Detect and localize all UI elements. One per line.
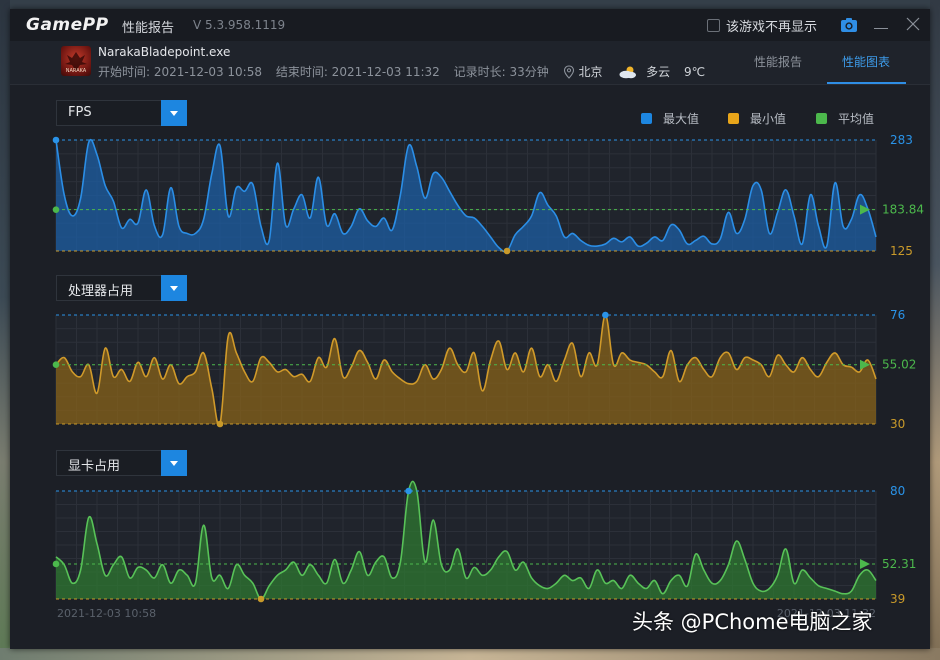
min-value-label: 30 [890,417,905,431]
min-point-marker [257,595,265,603]
time-axis-start: 2021-12-03 10:58 [57,607,156,620]
avg-value-label: 55.02 [882,358,916,372]
min-value-label: 125 [890,244,913,258]
min-point-marker [503,247,511,255]
max-point-marker [602,311,609,319]
watermark: 头条 @PChome电脑之家 [632,610,873,634]
fps-chart: 283 125 183.84 [52,133,924,258]
avg-value-label: 52.31 [882,557,916,571]
avg-start-marker [52,206,60,213]
desktop-background-right [930,0,940,660]
avg-start-marker [52,560,60,568]
desktop-background-left [0,0,10,660]
max-value-label: 283 [890,133,913,147]
avg-start-marker [52,361,60,369]
min-value-label: 39 [890,592,905,606]
max-point-marker [52,136,60,144]
desktop-background-bottom [0,648,940,660]
max-value-label: 76 [890,308,905,322]
performance-charts: 283 125 183.84 76 30 55.02 80 39 52.31 2021-12… [52,133,924,620]
cpu-usage-chart: 76 30 55.02 [52,308,916,431]
max-point-marker [405,487,412,495]
gamepp-window: GamePP 性能报告 V 5.3.958.1119 该游戏不再显示 NARAK… [10,9,930,649]
min-point-marker [216,420,224,428]
gpu-usage-chart: 80 39 52.31 [52,480,916,606]
avg-value-label: 183.84 [882,203,924,217]
max-value-label: 80 [890,484,905,498]
